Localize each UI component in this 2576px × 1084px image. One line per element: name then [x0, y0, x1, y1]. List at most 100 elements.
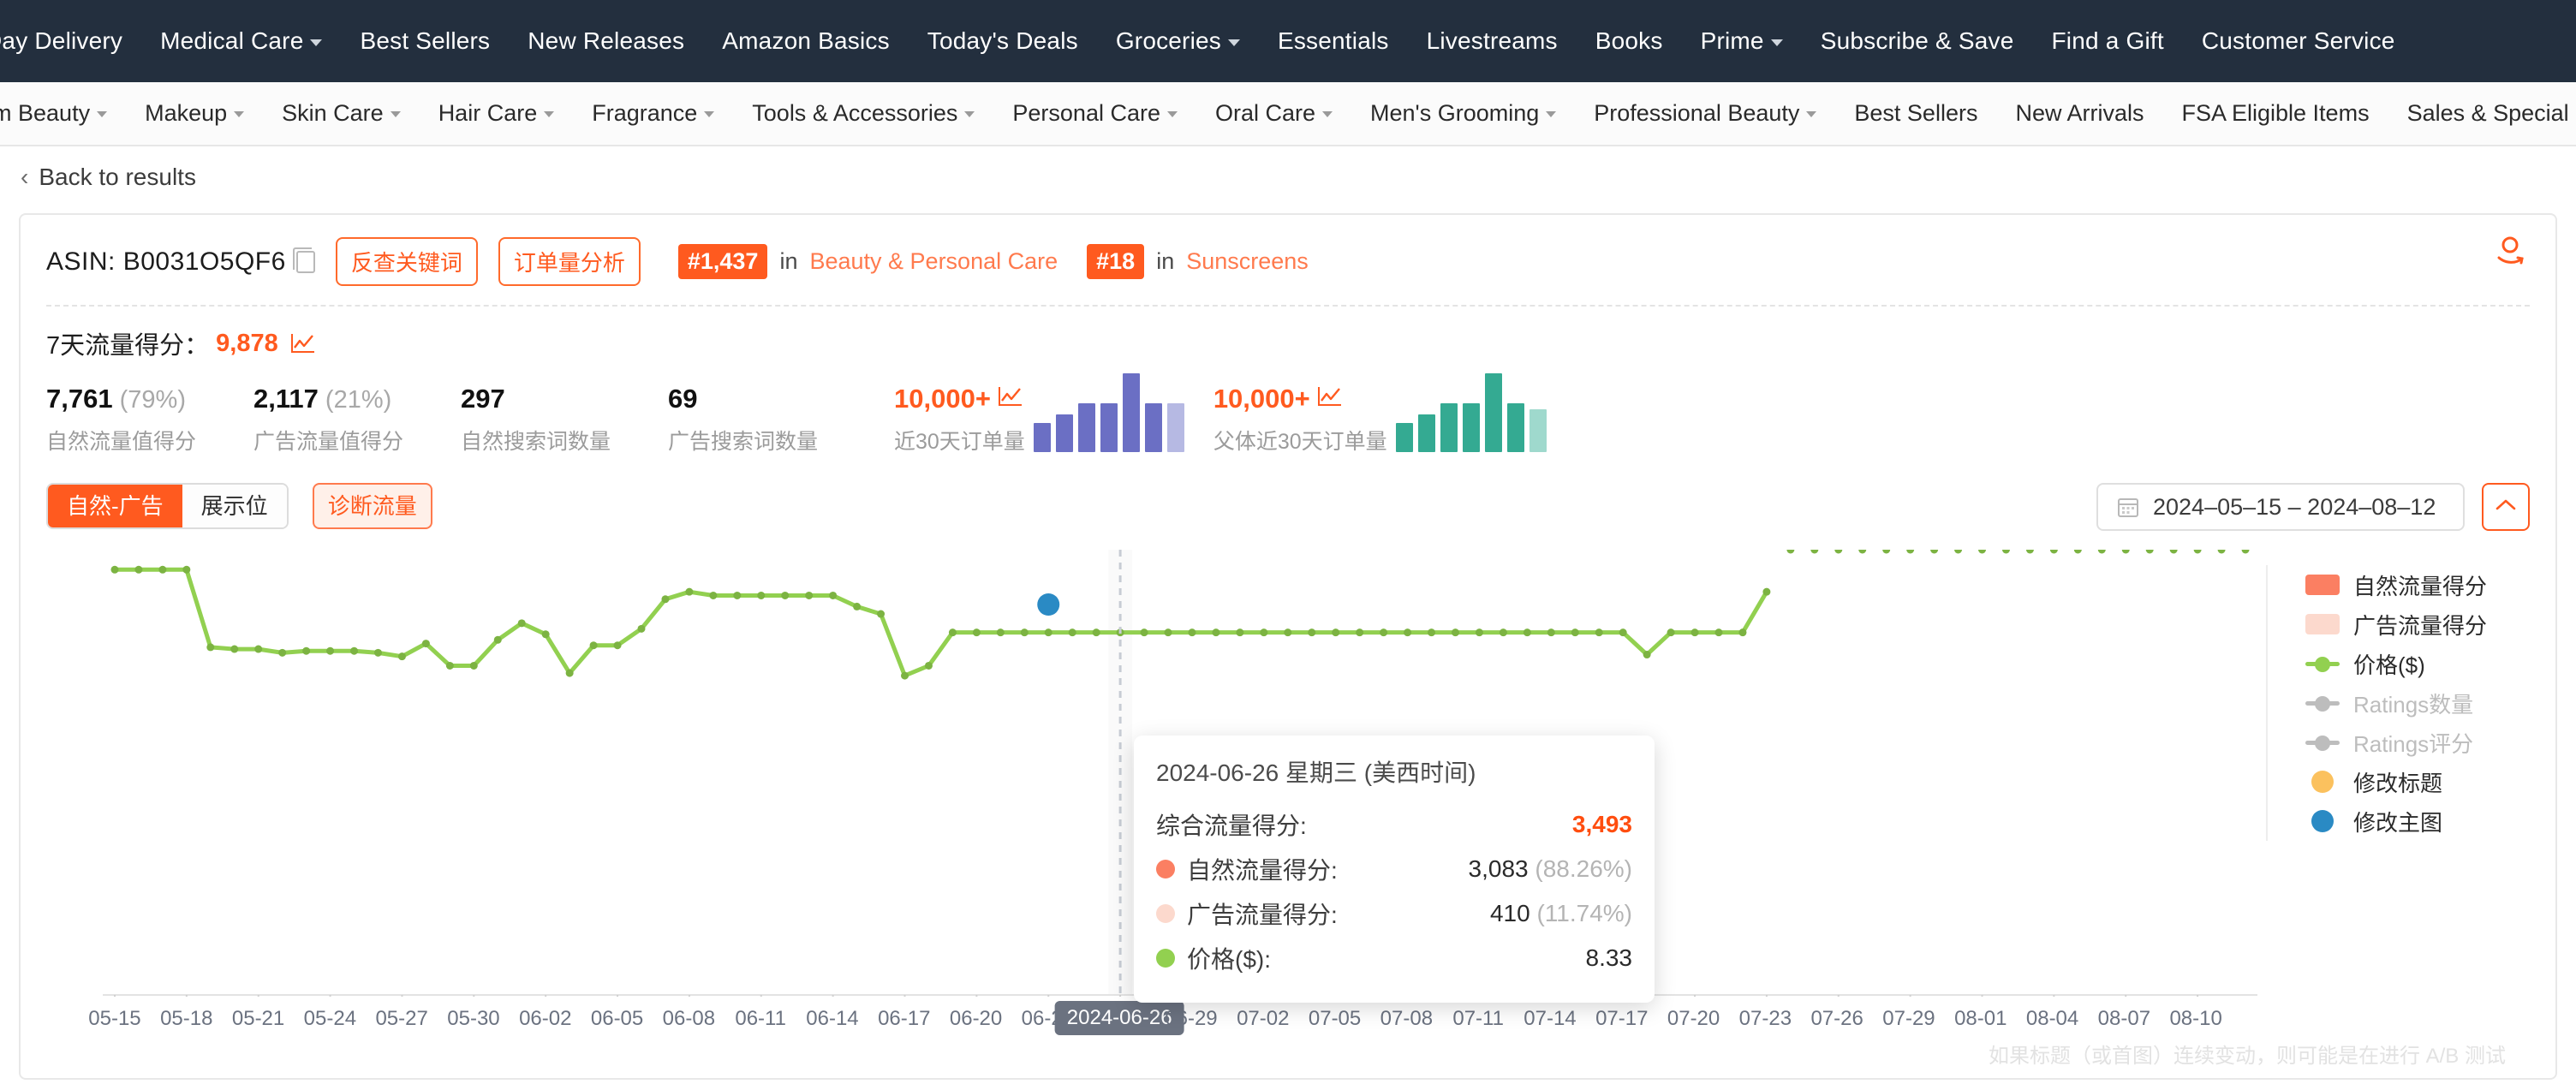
- top-nav-item[interactable]: Books: [1577, 0, 1682, 82]
- price-line-point[interactable]: [2097, 550, 2106, 554]
- price-line-point[interactable]: [1714, 628, 1723, 637]
- top-nav-item[interactable]: Livestreams: [1408, 0, 1577, 82]
- category-nav-item[interactable]: Skin Care: [263, 82, 420, 145]
- price-line-point[interactable]: [110, 565, 119, 574]
- category-nav-item[interactable]: Tools & Accessories: [733, 82, 993, 145]
- price-line-point[interactable]: [1810, 550, 1819, 554]
- price-line-point[interactable]: [709, 591, 718, 599]
- category-nav-item[interactable]: ium Beauty: [0, 82, 126, 145]
- price-line-point[interactable]: [2241, 550, 2250, 554]
- price-line-point[interactable]: [1595, 628, 1603, 637]
- price-line-point[interactable]: [996, 628, 1005, 637]
- price-line-point[interactable]: [2121, 550, 2130, 554]
- price-line-point[interactable]: [853, 602, 862, 610]
- price-line-point[interactable]: [972, 628, 981, 637]
- price-line-point[interactable]: [565, 669, 574, 677]
- category-nav-item[interactable]: Professional Beauty: [1575, 82, 1835, 145]
- order-volume-analysis-button[interactable]: 订单量分析: [498, 237, 641, 286]
- price-line-point[interactable]: [948, 628, 957, 637]
- price-line-point[interactable]: [781, 591, 790, 599]
- price-line-point[interactable]: [445, 661, 454, 670]
- category-nav-item[interactable]: Sales & Special Offers: [2388, 82, 2576, 145]
- price-line-point[interactable]: [541, 630, 550, 639]
- price-line-point[interactable]: [2145, 550, 2154, 554]
- price-line-point[interactable]: [469, 661, 478, 670]
- collapse-panel-button[interactable]: [2482, 483, 2530, 531]
- category-nav-item[interactable]: New Arrivals: [1996, 82, 2162, 145]
- price-line-point[interactable]: [206, 643, 215, 652]
- top-nav-item[interactable]: Amazon Basics: [703, 0, 909, 82]
- price-line-point[interactable]: [589, 641, 598, 650]
- price-line-point[interactable]: [2073, 550, 2082, 554]
- price-line-point[interactable]: [1571, 628, 1579, 637]
- top-nav-item[interactable]: Day Delivery: [0, 0, 141, 82]
- price-line-point[interactable]: [1882, 550, 1891, 554]
- rank-category-primary[interactable]: Beauty & Personal Care: [809, 248, 1058, 275]
- legend-item[interactable]: 自然流量得分: [2305, 565, 2519, 605]
- category-nav-item[interactable]: Oral Care: [1196, 82, 1351, 145]
- price-line-point[interactable]: [1523, 628, 1531, 637]
- price-line-point[interactable]: [877, 610, 886, 618]
- price-line-point[interactable]: [1044, 628, 1052, 637]
- price-line-point[interactable]: [1930, 550, 1939, 554]
- amazon-logo-icon[interactable]: [2496, 235, 2525, 268]
- price-line-point[interactable]: [613, 641, 622, 650]
- main-image-change-marker-icon[interactable]: [1037, 593, 1060, 616]
- top-nav-item[interactable]: Customer Service: [2183, 0, 2414, 82]
- legend-item[interactable]: 修改标题: [2305, 762, 2519, 801]
- price-line-point[interactable]: [1834, 550, 1843, 554]
- price-line-point[interactable]: [397, 652, 406, 661]
- price-line-point[interactable]: [1380, 628, 1388, 637]
- diagnose-traffic-button[interactable]: 诊断流量: [312, 483, 432, 529]
- price-line-point[interactable]: [1738, 628, 1747, 637]
- reverse-keyword-button[interactable]: 反查关键词: [335, 237, 478, 286]
- price-line-point[interactable]: [1858, 550, 1867, 554]
- price-line-point[interactable]: [1140, 628, 1148, 637]
- category-nav-item[interactable]: Makeup: [126, 82, 263, 145]
- segment-placement[interactable]: 展示位: [182, 485, 287, 527]
- price-line-point[interactable]: [1260, 628, 1268, 637]
- price-line-point[interactable]: [493, 635, 502, 644]
- legend-item[interactable]: 价格($): [2305, 644, 2519, 683]
- price-line-point[interactable]: [1236, 628, 1244, 637]
- price-line-series[interactable]: [112, 567, 1769, 678]
- top-nav-item[interactable]: Subscribe & Save: [1802, 0, 2033, 82]
- price-line-point[interactable]: [230, 645, 239, 653]
- top-nav-item[interactable]: Today's Deals: [909, 0, 1097, 82]
- price-line-point[interactable]: [924, 661, 933, 670]
- price-line-point[interactable]: [1212, 628, 1220, 637]
- price-line-point[interactable]: [1284, 628, 1292, 637]
- price-line-point[interactable]: [1619, 628, 1627, 637]
- price-line-point[interactable]: [1451, 628, 1459, 637]
- price-line-point[interactable]: [326, 646, 335, 655]
- price-line-point[interactable]: [302, 646, 311, 655]
- price-line-point[interactable]: [421, 640, 430, 648]
- price-line-point[interactable]: [2169, 550, 2178, 554]
- price-line-point[interactable]: [1020, 628, 1029, 637]
- top-nav-item[interactable]: Groceries: [1097, 0, 1259, 82]
- legend-item[interactable]: Ratings评分: [2305, 723, 2519, 762]
- category-nav-item[interactable]: FSA Eligible Items: [2162, 82, 2388, 145]
- top-nav-item[interactable]: Find a Gift: [2032, 0, 2182, 82]
- price-line-point[interactable]: [1332, 628, 1340, 637]
- price-line-point[interactable]: [373, 648, 382, 657]
- category-nav-item[interactable]: Fragrance: [573, 82, 733, 145]
- price-line-point[interactable]: [158, 565, 167, 574]
- legend-item[interactable]: Ratings数量: [2305, 683, 2519, 723]
- price-line-point[interactable]: [733, 591, 742, 599]
- top-nav-item[interactable]: Medical Care: [141, 0, 341, 82]
- price-line-point[interactable]: [805, 591, 814, 599]
- legend-item[interactable]: 广告流量得分: [2305, 605, 2519, 644]
- price-line-point[interactable]: [1475, 628, 1483, 637]
- price-line-point[interactable]: [1786, 550, 1795, 554]
- price-line-point[interactable]: [1308, 628, 1316, 637]
- price-line-point[interactable]: [1762, 587, 1771, 596]
- price-line-point[interactable]: [1356, 628, 1364, 637]
- price-line-point[interactable]: [1643, 651, 1651, 659]
- price-line-point[interactable]: [1954, 550, 1963, 554]
- line-chart-icon[interactable]: [1317, 384, 1343, 414]
- line-chart-icon[interactable]: [290, 332, 316, 354]
- price-line-point[interactable]: [182, 565, 191, 574]
- category-nav-item[interactable]: Men's Grooming: [1351, 82, 1575, 145]
- price-line-point[interactable]: [1188, 628, 1196, 637]
